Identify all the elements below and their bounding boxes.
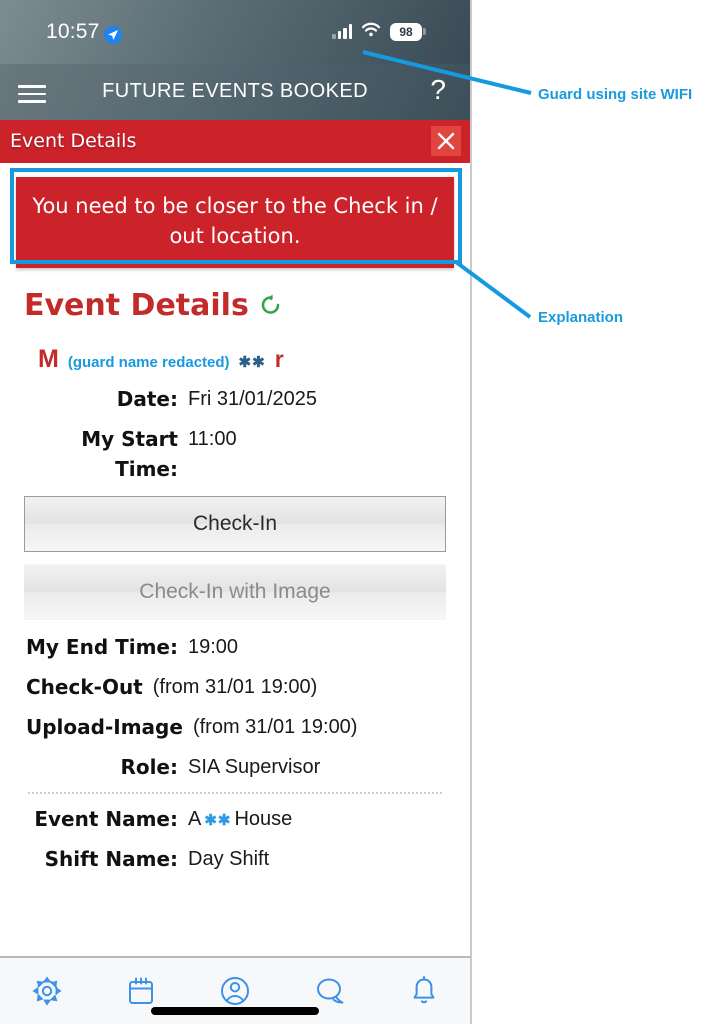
gear-icon[interactable] [30, 974, 64, 1008]
field-row-event-name: Event Name: A ✱✱ House [14, 804, 456, 834]
field-row-role: Role: SIA Supervisor [14, 752, 456, 782]
field-row-shift-name: Shift Name: Day Shift [14, 844, 456, 874]
field-row-check-out: Check-Out (from 31/01 19:00) [14, 672, 456, 702]
field-label: Date: [116, 386, 178, 411]
field-label: My Start Time: [81, 426, 178, 481]
annotation-wifi-label: Guard using site WIFI [538, 86, 693, 103]
guard-redaction-stars: ✱✱ [238, 353, 266, 371]
field-row-my-start-time: My Start Time: 11:00 [14, 424, 456, 484]
status-bar-time: 10:57 [46, 20, 100, 43]
page-title: FUTURE EVENTS BOOKED [102, 80, 368, 102]
field-value: Day Shift [188, 847, 270, 870]
modal-title-bar: Event Details [0, 120, 470, 163]
person-circle-icon[interactable] [217, 973, 253, 1009]
calendar-icon[interactable] [125, 975, 157, 1007]
app-bar: FUTURE EVENTS BOOKED ? [0, 64, 470, 120]
divider [28, 791, 442, 794]
help-button[interactable]: ? [430, 74, 446, 106]
guard-last-initial: r [274, 345, 284, 372]
check-in-button[interactable]: Check-In [24, 495, 446, 552]
wifi-icon [361, 22, 381, 41]
chat-bubble-icon[interactable] [313, 974, 347, 1008]
bottom-nav-bar [0, 956, 470, 1024]
field-value: A ✱✱ House [178, 804, 292, 834]
status-bar-indicators: 98 [332, 22, 426, 41]
section-title: Event Details [24, 288, 456, 323]
field-value: Fri 31/01/2025 [188, 387, 317, 410]
screenshot-root: 10:57 98 FUTURE EVENTS BOOKED ? Event De… [0, 0, 720, 1024]
field-label: Upload-Image [26, 714, 183, 739]
field-label: Role: [120, 754, 178, 779]
refresh-icon[interactable] [259, 293, 283, 317]
field-label: Check-Out [26, 674, 143, 699]
location-arrow-icon [104, 26, 122, 44]
field-value: 11:00 [188, 427, 237, 450]
guard-redaction-note: (guard name redacted) [67, 353, 230, 371]
field-row-date: Date: Fri 31/01/2025 [14, 384, 456, 414]
battery-tip [423, 28, 426, 35]
battery-indicator: 98 [390, 22, 426, 41]
field-value: (from 31/01 19:00) [192, 715, 358, 738]
status-bar: 10:57 98 [0, 0, 470, 64]
section-title-label: Event Details [24, 287, 249, 323]
modal-title: Event Details [10, 130, 137, 152]
event-name-suffix: House [234, 807, 293, 830]
field-label: Shift Name: [44, 846, 178, 871]
home-indicator [151, 1007, 319, 1015]
field-value: 19:00 [188, 635, 239, 658]
close-x-icon[interactable] [431, 126, 461, 156]
cellular-signal-icon [332, 24, 352, 39]
battery-level: 98 [390, 22, 422, 41]
bell-icon[interactable] [408, 975, 440, 1007]
annotation-highlight-alert [10, 168, 462, 264]
field-value: (from 31/01 19:00) [152, 675, 318, 698]
field-row-my-end-time: My End Time: 19:00 [14, 632, 456, 662]
field-value: SIA Supervisor [188, 755, 321, 778]
event-name-prefix: A [188, 807, 202, 830]
field-label: Event Name: [34, 806, 178, 831]
phone-screenshot: 10:57 98 FUTURE EVENTS BOOKED ? Event De… [0, 0, 472, 1024]
event-name-stars: ✱✱ [204, 811, 232, 829]
guard-name-row: M (guard name redacted) ✱✱ r [38, 345, 456, 374]
field-label: My End Time: [26, 634, 178, 659]
check-in-with-image-button[interactable]: Check-In with Image [24, 563, 446, 620]
annotation-explanation-label: Explanation [538, 309, 624, 326]
field-row-upload-image: Upload-Image (from 31/01 19:00) [14, 712, 456, 742]
guard-first-initial: M [38, 344, 59, 373]
event-details-content: Event Details M (guard name redacted) ✱✱… [0, 288, 470, 874]
